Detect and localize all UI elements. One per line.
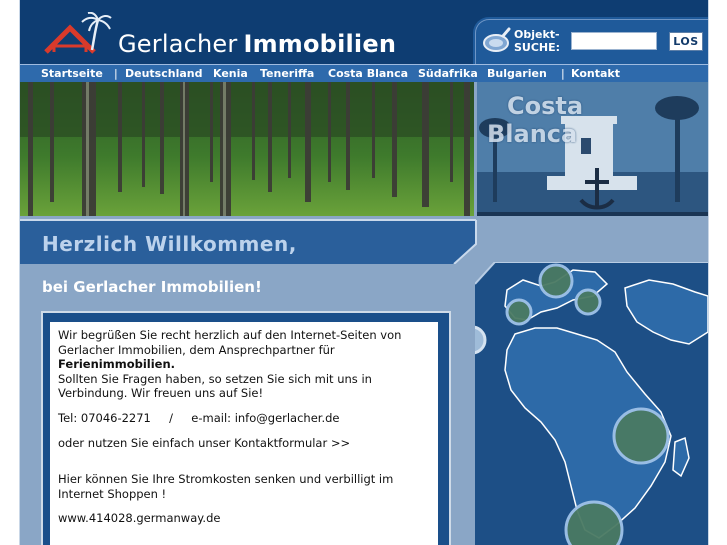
brand-name[interactable]: Gerlacher Immobilien bbox=[118, 30, 396, 58]
intro-text-1: Wir begrüßen Sie recht herzlich auf den … bbox=[58, 328, 402, 357]
nav-item-suedafrika[interactable]: Südafrika bbox=[418, 65, 478, 82]
contact-line[interactable]: Tel: 07046-2271 / e-mail: info@gerlacher… bbox=[58, 411, 430, 426]
contact-form-link[interactable]: oder nutzen Sie einfach unser Kontaktfor… bbox=[58, 436, 430, 451]
magnifier-icon bbox=[483, 27, 511, 52]
search-label-line1: Objekt- bbox=[514, 28, 560, 41]
welcome-title: Herzlich Willkommen, bbox=[42, 232, 297, 256]
website-link[interactable]: www.414028.germanway.de bbox=[58, 511, 430, 526]
nav-item-startseite[interactable]: Startseite bbox=[41, 65, 103, 82]
nav-separator: | bbox=[561, 67, 565, 80]
object-search-panel: Objekt- SUCHE: LOS bbox=[473, 17, 708, 64]
main-nav: Startseite | Deutschland Kenia Teneriffa… bbox=[20, 64, 708, 82]
nav-item-teneriffa[interactable]: Teneriffa bbox=[260, 65, 314, 82]
energy-text[interactable]: Hier können Sie Ihre Stromkosten senken … bbox=[58, 472, 430, 501]
world-map-image bbox=[475, 262, 708, 545]
content-box: Wir begrüßen Sie recht herzlich auf den … bbox=[50, 322, 438, 545]
intro-text-2: Sollten Sie Fragen haben, so setzen Sie … bbox=[58, 371, 372, 401]
search-label-line2: SUCHE: bbox=[514, 41, 561, 54]
banner: Costa Blanca bbox=[20, 82, 708, 216]
brand-name-bold: Immobilien bbox=[243, 30, 397, 58]
intro-paragraph: Wir begrüßen Sie recht herzlich auf den … bbox=[58, 328, 430, 401]
page-frame: Gerlacher Immobilien Objekt- SUCHE: LOS S… bbox=[19, 0, 709, 545]
nav-item-kenia[interactable]: Kenia bbox=[213, 65, 248, 82]
nav-item-kontakt[interactable]: Kontakt bbox=[571, 65, 620, 82]
nav-item-bulgarien[interactable]: Bulgarien bbox=[487, 65, 547, 82]
nav-item-deutschland[interactable]: Deutschland bbox=[125, 65, 202, 82]
region-title-line2: Blanca bbox=[487, 120, 578, 148]
nav-item-costa-blanca[interactable]: Costa Blanca bbox=[328, 65, 408, 82]
intro-bold-text: Ferienimmobilien. bbox=[58, 357, 176, 372]
region-title: Costa Blanca bbox=[487, 92, 583, 148]
search-label: Objekt- SUCHE: bbox=[514, 28, 560, 54]
object-search-input[interactable] bbox=[571, 32, 657, 50]
search-submit-button[interactable]: LOS bbox=[669, 32, 703, 51]
palm-forest-image bbox=[20, 82, 474, 216]
region-title-line1: Costa bbox=[507, 92, 584, 120]
house-palm-logo-icon bbox=[44, 12, 112, 54]
brand-name-light: Gerlacher bbox=[118, 30, 238, 58]
nav-separator: | bbox=[114, 67, 118, 80]
welcome-subheading: bei Gerlacher Immobilien! bbox=[42, 278, 262, 296]
header: Gerlacher Immobilien Objekt- SUCHE: LOS bbox=[20, 0, 708, 64]
